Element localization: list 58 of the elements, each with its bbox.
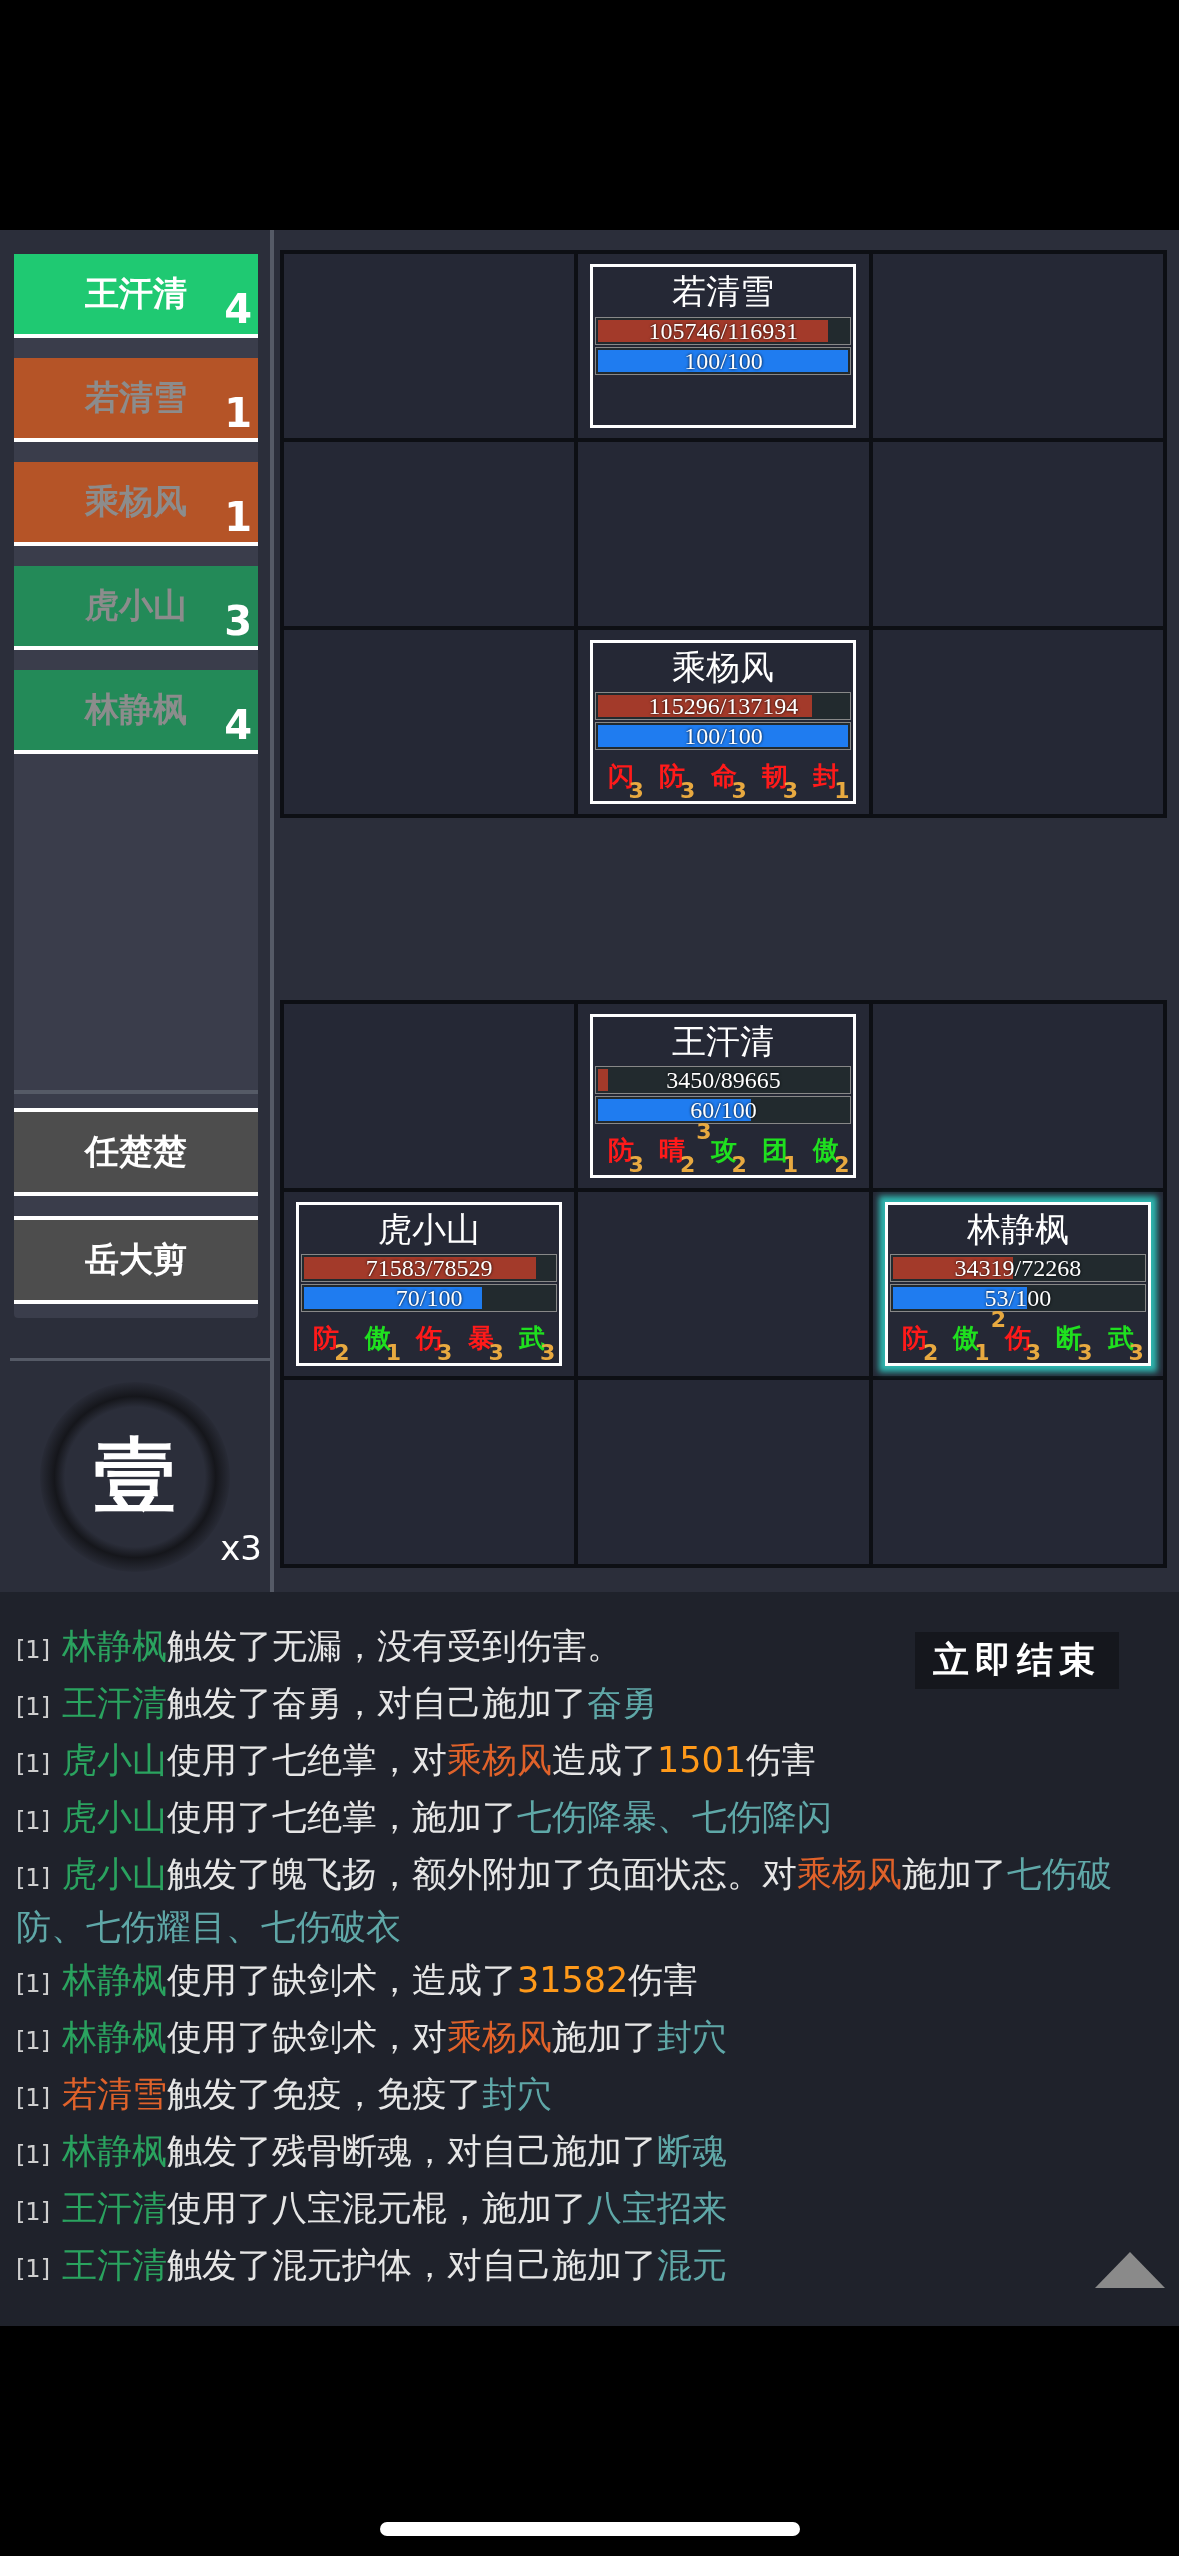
grid-cell[interactable]: [284, 254, 575, 438]
turn-count: 4: [224, 286, 252, 332]
reserve-item[interactable]: 任楚楚: [14, 1108, 258, 1196]
turn-name: 虎小山: [85, 584, 187, 627]
hp-reading: 105746/116931: [648, 317, 799, 345]
mp-reading: 100/100: [684, 722, 763, 750]
turn-count: 4: [224, 702, 252, 748]
unit-card[interactable]: 若清雪 105746/116931 100/100: [590, 264, 857, 428]
grid-cell[interactable]: [872, 442, 1163, 626]
mp-reading: 100/100: [684, 347, 763, 375]
turn-count: 1: [224, 390, 252, 436]
hp-reading: 3450/89665: [666, 1066, 781, 1094]
reserve-item[interactable]: 岳大剪: [14, 1216, 258, 1304]
turn-name: 王汗清: [85, 272, 187, 315]
turn-item[interactable]: 若清雪 1: [14, 358, 258, 442]
log-entry: [1] 林静枫使用了缺剑术，对乘杨风施加了封穴: [16, 2016, 727, 2059]
turn-item[interactable]: 林静枫 4: [14, 670, 258, 754]
turn-item[interactable]: 虎小山 3: [14, 566, 258, 650]
grid-cell[interactable]: [578, 1380, 869, 1564]
turn-name: 若清雪: [85, 376, 187, 419]
unit-name: 王汗清: [671, 1019, 776, 1063]
end-now-button[interactable]: 立即结束: [915, 1632, 1119, 1689]
grid-cell[interactable]: [284, 1380, 575, 1564]
stack-count: 2: [990, 1307, 1006, 1332]
log-entry: [1] 虎小山使用了七绝掌，对乘杨风造成了 1501伤害: [16, 1739, 817, 1782]
turn-name: 乘杨风: [85, 480, 187, 523]
log-entry: [1] 若清雪触发了免疫，免疫了封穴: [16, 2073, 552, 2116]
log-entry: [1] 王汗清使用了八宝混元棍，施加了八宝招来: [16, 2187, 727, 2230]
unit-name: 林静枫: [965, 1207, 1070, 1251]
unit-name: 虎小山: [377, 1207, 482, 1251]
hp-reading: 71583/78529: [365, 1254, 493, 1282]
hp-reading: 115296/137194: [648, 692, 799, 720]
expand-up-icon[interactable]: [1095, 2252, 1165, 2288]
turn-name: 林静枫: [85, 688, 187, 731]
grid-cell[interactable]: 若清雪 105746/116931 100/100: [578, 254, 869, 438]
log-entry: [1] 王汗清触发了混元护体，对自己施加了混元: [16, 2244, 727, 2287]
log-entry: [1] 林静枫使用了缺剑术，造成了31582伤害: [16, 1959, 699, 2002]
grid-cell[interactable]: [872, 254, 1163, 438]
turn-count: 3: [224, 598, 252, 644]
log-entry: [1] 虎小山使用了七绝掌，施加了七伤降暴、七伤降闪: [16, 1796, 832, 1839]
stack-count: 3: [696, 1119, 712, 1144]
grid-cell[interactable]: [872, 630, 1163, 814]
unit-name: 若清雪: [671, 270, 776, 313]
unit-name: 乘杨风: [671, 645, 776, 689]
turn-item[interactable]: 乘杨风 1: [14, 462, 258, 546]
log-entry: [1] 林静枫触发了残骨断魂，对自己施加了断魂: [16, 2130, 727, 2173]
grid-cell[interactable]: [578, 1192, 869, 1376]
mp-reading: 70/100: [395, 1284, 463, 1312]
grid-cell[interactable]: [284, 1004, 575, 1188]
grid-cell[interactable]: [284, 442, 575, 626]
grid-cell[interactable]: [578, 442, 869, 626]
log-entry: [1] 虎小山触发了魄飞扬，额外附加了负面状态。对乘杨风施加了七伤破防、七伤耀目、七伤破衣: [16, 1853, 1113, 1949]
grid-cell[interactable]: [872, 1004, 1163, 1188]
turn-count: 1: [224, 494, 252, 540]
log-entry: [1] 王汗清触发了奋勇，对自己施加了奋勇: [16, 1682, 657, 1725]
grid-cell[interactable]: [872, 1380, 1163, 1564]
grid-cell[interactable]: [284, 630, 575, 814]
log-entry: [1] 林静枫触发了无漏，没有受到伤害。: [16, 1625, 622, 1668]
